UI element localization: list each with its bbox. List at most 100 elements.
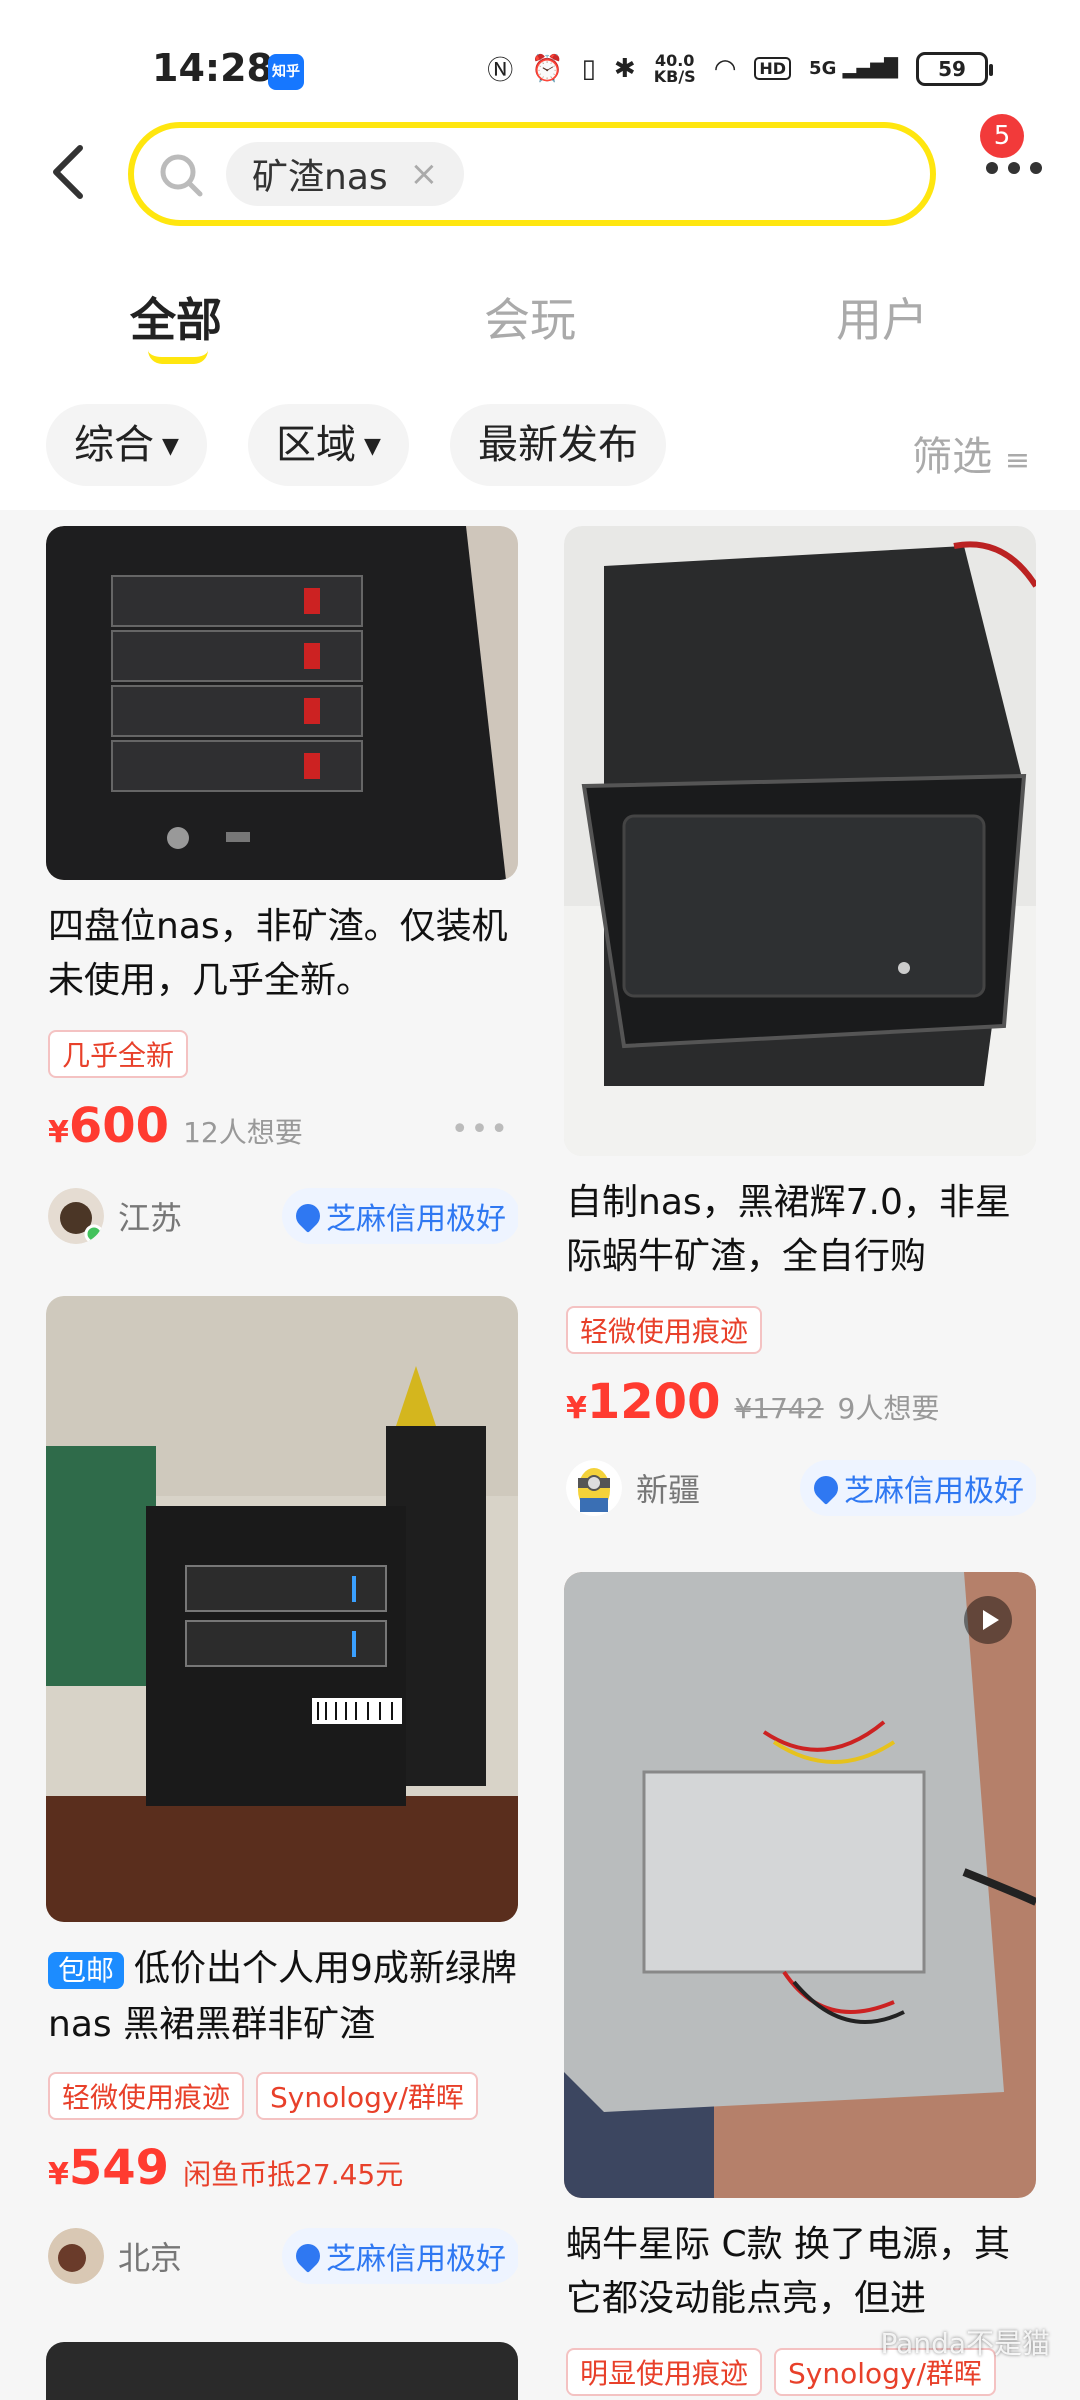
product-image[interactable] (46, 1296, 518, 1922)
seller-row: 新疆 芝麻信用极好 (566, 1460, 1036, 1516)
latest-filter[interactable]: 最新发布 (450, 404, 666, 486)
more-dot-icon (986, 162, 998, 174)
caret-down-icon: ▼ (364, 434, 381, 459)
vibrate-icon: ▯ (581, 53, 596, 84)
credit-label: 芝麻信用极好 (326, 2242, 506, 2277)
condition-tag: 明显使用痕迹 (566, 2348, 763, 2396)
currency-symbol: ¥ (48, 1115, 69, 1150)
seller-avatar[interactable] (48, 1188, 104, 1244)
nfc-icon: Ⓝ (487, 56, 514, 86)
product-card[interactable]: 四盘位nas，非矿渣。仅装机未使用，几乎全新。 几乎全新 ¥600 12人想要 … (46, 526, 518, 1246)
credit-badge: 芝麻信用极好 (282, 2228, 518, 2284)
caret-down-icon: ▼ (162, 434, 179, 459)
credit-label: 芝麻信用极好 (326, 1202, 506, 1237)
video-play-icon[interactable] (964, 1596, 1012, 1644)
filter-bar: 综合 ▼ 区域 ▼ 最新发布 筛选 ≡ (0, 390, 1080, 510)
search-header: 矿渣nas × 5 (0, 110, 1080, 240)
nas-case-photo (46, 1296, 518, 1922)
watermark: Panda不是猫 (880, 2327, 1050, 2360)
condition-tag: 轻微使用痕迹 (48, 2072, 245, 2120)
sesame-credit-icon (809, 1471, 843, 1505)
battery-icon: 59 (916, 51, 993, 86)
result-tabs: 全部 会玩 用户 (0, 240, 1080, 390)
alarm-icon: ⏰ (531, 53, 564, 84)
free-shipping-badge: 包邮 (48, 1952, 125, 1989)
sesame-credit-icon (291, 1199, 325, 1233)
price-row: ¥549 闲鱼币抵27.45元 (48, 2140, 403, 2196)
wifi-icon: ◠ (713, 53, 737, 84)
signal-icon: 5G ▂▄▆█ (809, 58, 898, 79)
search-icon (160, 154, 203, 197)
screen-filter[interactable]: 筛选 ≡ (912, 424, 1030, 482)
credit-badge: 芝麻信用极好 (800, 1460, 1036, 1516)
screen-filter-label: 筛选 (912, 434, 993, 480)
tab-users[interactable]: 用户 (836, 284, 928, 350)
wants-count: 9人想要 (837, 1392, 940, 1425)
message-count-badge: 5 (980, 114, 1024, 158)
product-title[interactable]: 蜗牛星际 C款 换了电源，其它都没动能点亮，但进 (566, 2218, 1036, 2326)
product-image[interactable] (564, 526, 1036, 1156)
tag-list: 几乎全新 (48, 1030, 200, 1078)
condition-tag: 几乎全新 (48, 1030, 189, 1078)
price-row: ¥600 12人想要 (48, 1098, 303, 1154)
currency-symbol: ¥ (48, 2157, 69, 2192)
sort-filter-label: 综合 (74, 422, 154, 468)
price-value: 549 (68, 2140, 170, 2196)
sort-filter[interactable]: 综合 ▼ (46, 404, 207, 486)
more-dot-icon (1008, 162, 1020, 174)
active-tab-indicator (148, 350, 208, 364)
seller-region: 江苏 (118, 1199, 183, 1237)
seller-region: 北京 (118, 2239, 183, 2277)
region-filter-label: 区域 (276, 422, 356, 468)
search-query-text: 矿渣nas (252, 157, 388, 198)
product-title[interactable]: 四盘位nas，非矿渣。仅装机未使用，几乎全新。 (48, 900, 518, 1008)
seller-avatar[interactable] (48, 2228, 104, 2284)
original-price: ¥1742 (734, 1392, 824, 1425)
seller-region: 新疆 (636, 1471, 701, 1509)
condition-tag: 轻微使用痕迹 (566, 1306, 763, 1354)
nas-case-photo (564, 526, 1036, 1156)
brand-tag: Synology/群晖 (256, 2072, 478, 2120)
tag-list: 轻微使用痕迹 (566, 1306, 774, 1354)
seller-row: 北京 芝麻信用极好 (48, 2228, 518, 2284)
credit-badge: 芝麻信用极好 (282, 1188, 518, 1244)
more-options-button[interactable] (986, 162, 1042, 174)
seller-avatar[interactable] (566, 1460, 622, 1516)
price: ¥600 (48, 1098, 169, 1154)
status-time: 14:28 (152, 46, 273, 90)
tag-list: 轻微使用痕迹 Synology/群晖 (48, 2072, 490, 2120)
bluetooth-icon: ✱ (613, 53, 636, 84)
search-query-chip[interactable]: 矿渣nas × (226, 142, 465, 206)
network-speed-unit: KB/S (653, 66, 696, 86)
status-icons: Ⓝ ⏰ ▯ ✱ 40.0 KB/S ◠ HD 5G ▂▄▆█ 59 (487, 50, 993, 87)
seller-row: 江苏 芝麻信用极好 (48, 1188, 518, 1244)
product-image[interactable] (46, 526, 518, 880)
pc-internal-photo (564, 1572, 1036, 2198)
price-value: 600 (68, 1098, 170, 1154)
product-title[interactable]: 自制nas，黑裙辉7.0，非星际蜗牛矿渣，全自行购 (566, 1176, 1036, 1284)
tab-all[interactable]: 全部 (130, 284, 222, 350)
back-button[interactable] (48, 142, 108, 202)
price-row: ¥1200 ¥1742 9人想要 (566, 1374, 939, 1430)
product-image[interactable] (46, 2342, 518, 2400)
clear-query-icon[interactable]: × (410, 154, 439, 194)
currency-symbol: ¥ (566, 1391, 587, 1426)
tab-huiwan[interactable]: 会玩 (484, 284, 576, 350)
product-title[interactable]: 包邮 低价出个人用9成新绿牌nas 黑裙黑群非矿渣 (48, 1942, 518, 2052)
search-box[interactable]: 矿渣nas × (128, 122, 936, 226)
nas-case-photo (46, 526, 518, 880)
more-dot-icon (1030, 162, 1042, 174)
price: ¥549 (48, 2140, 169, 2196)
region-filter[interactable]: 区域 ▼ (248, 404, 409, 486)
product-image[interactable] (564, 1572, 1036, 2198)
more-icon[interactable]: ••• (451, 1112, 510, 1147)
product-card[interactable]: 包邮 低价出个人用9成新绿牌nas 黑裙黑群非矿渣 轻微使用痕迹 Synology/… (46, 1296, 518, 2296)
product-card[interactable]: 自制nas，黑裙辉7.0，非星际蜗牛矿渣，全自行购 轻微使用痕迹 ¥1200 ¥… (564, 526, 1036, 1516)
credit-label: 芝麻信用极好 (844, 1474, 1024, 1509)
sesame-credit-icon (291, 2239, 325, 2273)
product-card[interactable]: 蜗牛星际 C款 换了电源，其它都没动能点亮，但进 明显使用痕迹 Synology/… (564, 1572, 1036, 2400)
price: ¥1200 (566, 1374, 720, 1430)
zhihu-notification-icon: 知乎 (268, 54, 304, 90)
coin-offset: 闲鱼币抵27.45元 (183, 2158, 404, 2191)
filter-funnel-icon: ≡ (1004, 443, 1030, 478)
